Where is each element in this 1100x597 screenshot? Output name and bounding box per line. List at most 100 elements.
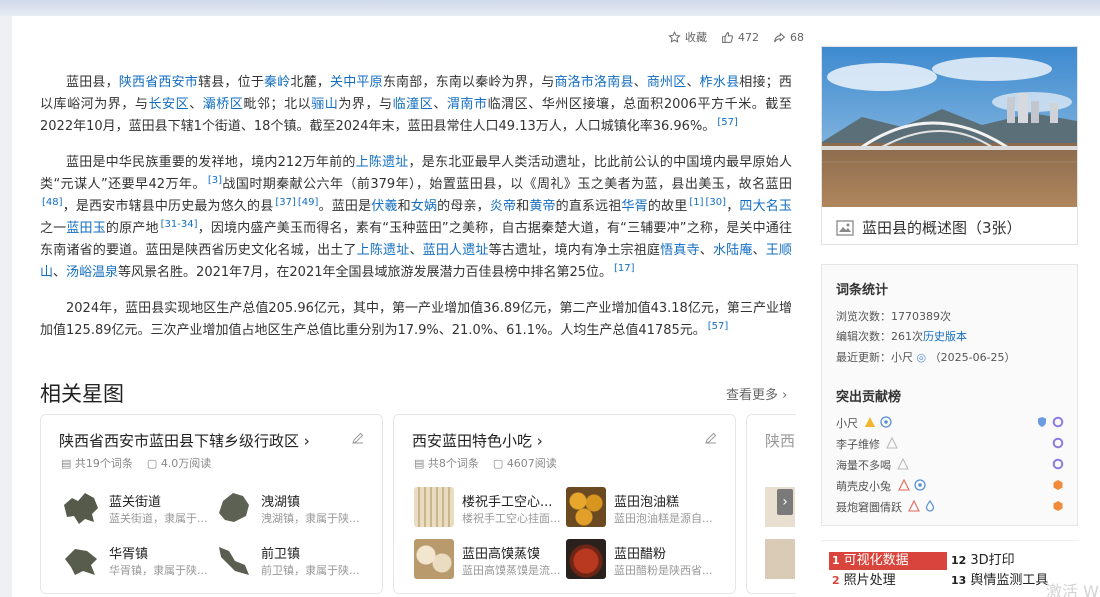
- hot-item-rank: 2: [832, 574, 840, 587]
- article-link[interactable]: 上陈遗址: [357, 243, 410, 258]
- hot-item[interactable]: 12 3D打印: [951, 552, 1015, 570]
- article-text: 辖县，位于: [198, 75, 265, 90]
- card-tile[interactable]: 蓝田高馍蒸馍 蓝田高馍蒸馍是流...: [414, 539, 564, 585]
- citation-ref[interactable]: [1]: [689, 197, 703, 208]
- view-more-label: 查看更多: [726, 388, 779, 403]
- hot-item[interactable]: 2 照片处理: [832, 572, 896, 590]
- edit-pencil-icon[interactable]: [704, 431, 718, 445]
- article-link[interactable]: 黄帝: [529, 199, 555, 214]
- share-icon: [774, 31, 786, 42]
- card-tile[interactable]: 蓝关街道 蓝关街道，隶属于...: [61, 487, 211, 533]
- citation-ref[interactable]: [3]: [208, 175, 222, 186]
- entry-count-text: 共8个词条: [427, 457, 479, 470]
- citation-ref[interactable]: [17]: [614, 263, 635, 274]
- article-link[interactable]: 四大名玉: [739, 199, 792, 214]
- article-link[interactable]: 骊山: [311, 97, 338, 112]
- contributor-row[interactable]: 萌壳皮小兔: [836, 478, 1064, 494]
- tile-title: 华胥镇: [109, 547, 149, 562]
- tile-title: 蓝田醋粉: [614, 547, 667, 562]
- article-link[interactable]: 秦岭: [264, 75, 290, 90]
- card-title[interactable]: 陕西省西安市蓝田县下辖乡级行政区 ›: [59, 430, 310, 451]
- view-more-link[interactable]: 查看更多 ›: [726, 384, 787, 403]
- card-tile[interactable]: 蓝田醋粉 蓝田醋粉是陕西省...: [566, 539, 716, 585]
- article-link[interactable]: 灞桥区: [203, 97, 244, 112]
- article-text: 、: [409, 243, 423, 258]
- card-tile[interactable]: 蓝田泡油糕 蓝田泡油糕是源自...: [566, 487, 716, 533]
- read-count-text: 4.0万阅读: [160, 457, 212, 470]
- article-link[interactable]: 蓝田玉: [66, 221, 106, 236]
- article-text: 战国时期秦献公六年（前379年），始置蓝田县，以《周礼》玉之美者为蓝，县出美玉，…: [221, 177, 792, 192]
- tile-desc: 前卫镇，隶属于陕...: [261, 564, 360, 577]
- album-photo-bridge: [822, 47, 1077, 207]
- article-link[interactable]: 女娲: [411, 199, 437, 214]
- tile-desc: 蓝田醋粉是陕西省...: [614, 564, 713, 577]
- paragraph-overview: 蓝田县，陕西省西安市辖县，位于秦岭北麓，关中平原东南部，东南以秦岭为界，与商洛市…: [40, 72, 792, 138]
- article-text: 、: [189, 97, 203, 112]
- related-section-title: 相关星图: [40, 382, 124, 406]
- card-title[interactable]: 西安蓝田特色小吃 ›: [412, 430, 543, 451]
- hot-item[interactable]: 1 可视化数据: [829, 552, 947, 570]
- article-link[interactable]: 渭南市: [447, 97, 488, 112]
- citation-ref[interactable]: [37]: [275, 197, 296, 208]
- article-text: 的母亲，: [437, 199, 490, 214]
- card-tile[interactable]: 洩湖镇 洩湖镇，隶属于陕...: [213, 487, 363, 533]
- article-link[interactable]: 柞水县: [700, 75, 740, 90]
- contributor-name: 萌壳皮小兔: [836, 480, 891, 493]
- article-link[interactable]: 炎帝: [490, 199, 516, 214]
- read-count-text: 4607阅读: [506, 457, 557, 470]
- tile-title: 蓝田高馍蒸馍: [462, 547, 541, 562]
- article-link[interactable]: 蓝田人遗址: [423, 243, 489, 258]
- article-link[interactable]: 陕西省西安市: [119, 75, 198, 90]
- contributor-row[interactable]: 海量不多喝: [836, 457, 1064, 473]
- contributor-row[interactable]: 李子维修: [836, 436, 1064, 452]
- citation-ref[interactable]: [57]: [717, 117, 738, 128]
- article-link[interactable]: 商洛市洛南县: [554, 75, 633, 90]
- article-text: 之一: [40, 221, 67, 236]
- book-icon: ▢: [146, 457, 158, 470]
- card-tile[interactable]: 华胥镇 华胥镇，隶属于陕...: [61, 539, 211, 585]
- hot-item-label: 可视化数据: [843, 553, 909, 568]
- related-card-snacks[interactable]: 西安蓝田特色小吃 › ▤ 共8个词条 ▢ 4607阅读 楼祝手工空心... 楼祝…: [393, 414, 736, 594]
- like-button[interactable]: 472: [721, 31, 759, 44]
- article-link[interactable]: 长安区: [149, 97, 190, 112]
- share-button[interactable]: 68: [773, 31, 804, 44]
- card-tile[interactable]: 楼祝手工空心... 楼祝手工空心挂面...: [414, 487, 564, 533]
- overview-album[interactable]: 蓝田县的概述图（3张）: [821, 46, 1078, 245]
- user-badge-icon: [880, 416, 892, 428]
- warning-badge-icon: [908, 500, 920, 512]
- article-link[interactable]: 水陆庵: [713, 243, 753, 258]
- shield-badge-icon: [1038, 417, 1046, 427]
- edit-pencil-icon[interactable]: [351, 431, 365, 445]
- contributor-row[interactable]: 聂炮窘圜倩跃: [836, 499, 1064, 515]
- article-link[interactable]: 关中平原: [330, 75, 383, 90]
- article-text: 北麓，: [290, 75, 331, 90]
- map-thumbnail: [64, 493, 98, 524]
- article-link[interactable]: 临潼区: [393, 97, 434, 112]
- tile-desc: 华胥镇，隶属于陕...: [109, 564, 208, 577]
- related-card-townships[interactable]: 陕西省西安市蓝田县下辖乡级行政区 › ▤ 共19个词条 ▢ 4.0万阅读 蓝关街…: [40, 414, 383, 594]
- map-thumbnail: [219, 493, 249, 522]
- stats-title: 词条统计: [836, 283, 889, 298]
- article-link[interactable]: 华胥: [622, 199, 648, 214]
- citation-ref[interactable]: [48]: [42, 197, 63, 208]
- history-version-link[interactable]: 历史版本: [923, 330, 967, 343]
- contributor-row[interactable]: 小尺: [836, 415, 1064, 431]
- share-count: 68: [790, 30, 804, 44]
- article-text: 蓝田县，: [66, 75, 119, 90]
- carousel-next-button[interactable]: ›: [777, 489, 793, 515]
- article-link[interactable]: 上陈遗址: [356, 155, 409, 170]
- citation-ref[interactable]: [30]: [706, 197, 727, 208]
- article-text: 和: [516, 199, 530, 214]
- article-link[interactable]: 伏羲: [371, 199, 397, 214]
- article-link[interactable]: 商州区: [647, 75, 687, 90]
- article-link[interactable]: 汤峪温泉: [66, 265, 118, 280]
- hot-item[interactable]: 13 舆情监测工具: [951, 572, 1048, 590]
- citation-ref[interactable]: [57]: [708, 321, 729, 332]
- last-updated-user[interactable]: 小尺: [891, 351, 913, 364]
- citation-ref[interactable]: [31-34]: [161, 219, 198, 230]
- album-caption[interactable]: 蓝田县的概述图（3张）: [836, 217, 1022, 238]
- citation-ref[interactable]: [49]: [298, 197, 319, 208]
- article-link[interactable]: 悟真寺: [660, 243, 700, 258]
- favorite-button[interactable]: 收藏: [668, 29, 707, 45]
- card-tile[interactable]: 前卫镇 前卫镇，隶属于陕...: [213, 539, 363, 585]
